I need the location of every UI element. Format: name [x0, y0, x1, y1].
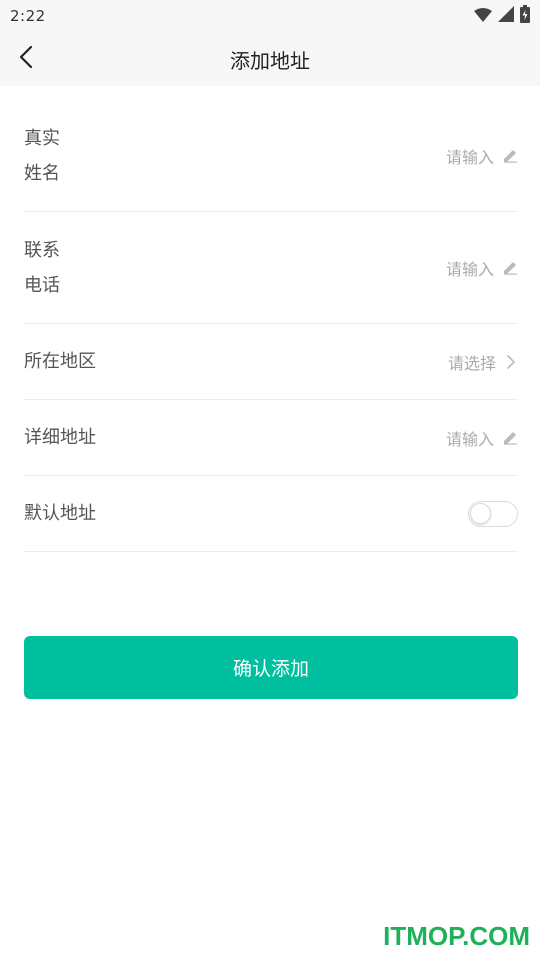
- field-input-area[interactable]: 请输入: [446, 426, 518, 450]
- status-icons: [474, 5, 530, 27]
- field-region[interactable]: 所在地区 请选择: [24, 324, 518, 400]
- address-input[interactable]: 请输入: [446, 426, 494, 450]
- field-label: 所在地区: [24, 351, 96, 372]
- chevron-right-icon: [504, 353, 518, 371]
- battery-icon: [520, 5, 530, 27]
- field-phone[interactable]: 联系电话 请输入: [24, 212, 518, 324]
- phone-input[interactable]: 请输入: [446, 256, 494, 280]
- address-form: 真实姓名 请输入 联系电话 请输入 所在地区 请选择 详细地址 请输入 默认地址: [24, 100, 518, 552]
- name-input[interactable]: 请输入: [446, 144, 494, 168]
- watermark: ITMOP.COM: [383, 921, 530, 951]
- signal-icon: [498, 6, 514, 26]
- back-button[interactable]: [12, 45, 40, 73]
- pencil-icon: [502, 430, 518, 446]
- toggle-knob: [470, 502, 491, 524]
- wifi-icon: [474, 7, 492, 26]
- confirm-add-button[interactable]: 确认添加: [24, 636, 518, 699]
- field-real-name[interactable]: 真实姓名 请输入: [24, 100, 518, 212]
- field-input-area[interactable]: 请输入: [446, 256, 518, 280]
- field-detail-address[interactable]: 详细地址 请输入: [24, 400, 518, 476]
- app-bar: 添加地址: [0, 32, 540, 86]
- status-time: 2:22: [10, 7, 46, 25]
- field-label: 详细地址: [24, 427, 96, 448]
- pencil-icon: [502, 148, 518, 164]
- region-select[interactable]: 请选择: [448, 350, 496, 374]
- page-title: 添加地址: [230, 48, 310, 73]
- chevron-left-icon: [19, 45, 33, 73]
- field-input-area[interactable]: 请输入: [446, 144, 518, 168]
- field-input-area[interactable]: 请选择: [448, 350, 518, 374]
- field-label: 联系电话: [24, 239, 60, 296]
- default-address-toggle[interactable]: [468, 500, 518, 527]
- field-default-address: 默认地址: [24, 476, 518, 552]
- field-label: 默认地址: [24, 503, 96, 524]
- pencil-icon: [502, 260, 518, 276]
- status-bar: 2:22: [0, 0, 540, 32]
- field-label: 真实姓名: [24, 127, 60, 184]
